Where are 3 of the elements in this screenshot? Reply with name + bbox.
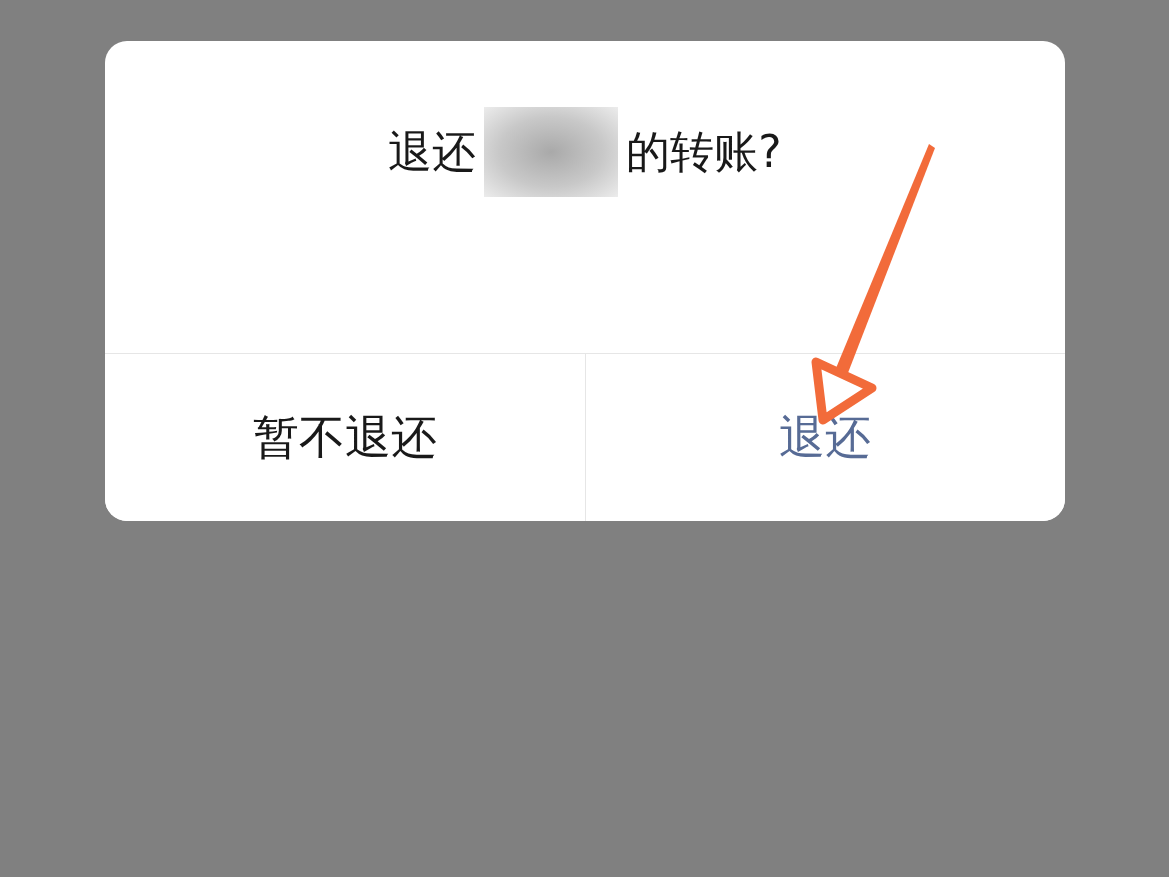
dialog-title: 退还: [388, 124, 477, 179]
confirm-button[interactable]: 退还: [584, 354, 1065, 521]
dialog-title: 的转账?: [626, 124, 782, 179]
